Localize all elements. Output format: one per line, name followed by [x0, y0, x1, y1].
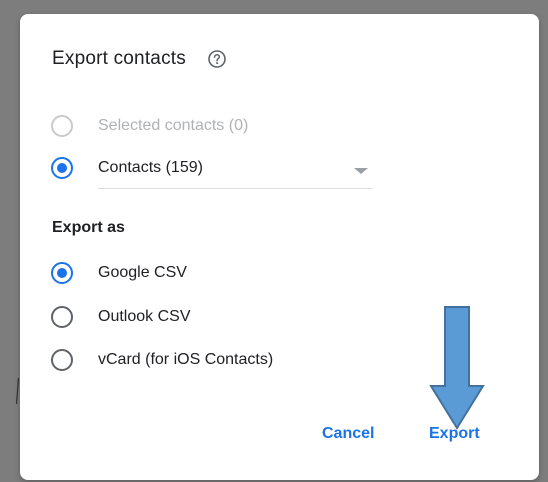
- radio-outlook-csv[interactable]: Outlook CSV: [51, 306, 190, 328]
- contacts-dropdown-arrow-icon[interactable]: [354, 168, 368, 174]
- contacts-dropdown-underline: [98, 188, 372, 189]
- help-icon[interactable]: [208, 50, 226, 68]
- radio-label: Selected contacts (0): [98, 117, 249, 134]
- radio-label: vCard (for iOS Contacts): [98, 351, 274, 368]
- radio-button[interactable]: [51, 157, 73, 179]
- radio-label: Contacts (159): [98, 159, 203, 176]
- stray-mark: [16, 378, 19, 404]
- down-arrow-icon: [429, 306, 485, 430]
- radio-google-csv[interactable]: Google CSV: [51, 262, 187, 284]
- dialog-title: Export contacts: [52, 48, 186, 69]
- dialog-header: Export contacts: [52, 48, 226, 70]
- radio-vcard[interactable]: vCard (for iOS Contacts): [51, 349, 273, 371]
- radio-label: Google CSV: [98, 264, 187, 281]
- radio-button[interactable]: [51, 349, 73, 371]
- radio-label: Outlook CSV: [98, 308, 191, 325]
- cancel-button[interactable]: Cancel: [322, 425, 374, 443]
- export-contacts-dialog: Export contacts Selected contacts (0) Co…: [20, 14, 539, 480]
- export-as-label: Export as: [52, 219, 125, 236]
- radio-button[interactable]: [51, 262, 73, 284]
- radio-selected-contacts: Selected contacts (0): [51, 115, 248, 137]
- radio-contacts[interactable]: Contacts (159): [51, 157, 203, 179]
- radio-button[interactable]: [51, 306, 73, 328]
- radio-button: [51, 115, 73, 137]
